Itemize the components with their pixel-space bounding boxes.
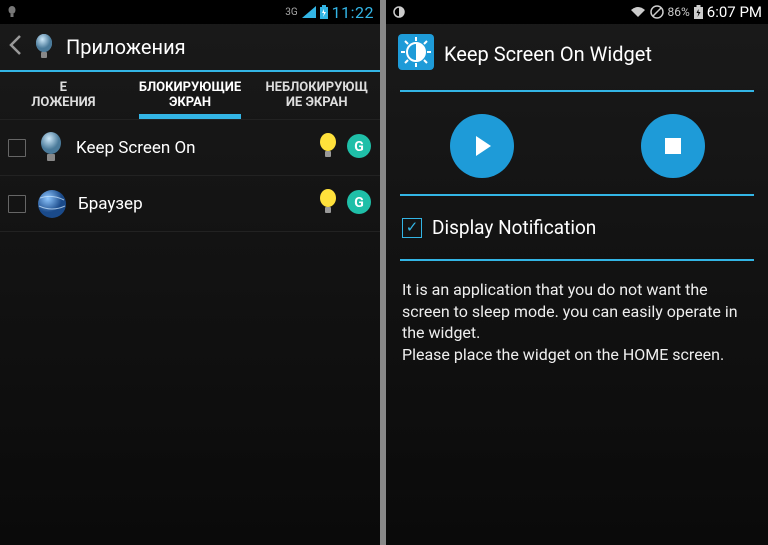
list-item[interactable]: Браузер G <box>0 176 380 232</box>
tab-blocking[interactable]: БЛОКИРУЮЩИЕ ЭКРАН <box>127 72 254 119</box>
app-checkbox[interactable] <box>8 139 26 157</box>
control-buttons <box>386 98 768 188</box>
gear-icon[interactable]: G <box>346 133 372 163</box>
widget-header: Keep Screen On Widget <box>386 24 768 84</box>
list-item[interactable]: Keep Screen On G <box>0 120 380 176</box>
status-bar: 86% 6:07 PM <box>386 0 768 24</box>
description-text: It is an application that you do not wan… <box>386 267 768 377</box>
app-list: Keep Screen On G Браузер G <box>0 120 380 232</box>
back-icon[interactable] <box>8 34 22 60</box>
gear-icon[interactable]: G <box>346 189 372 219</box>
battery-icon <box>320 5 328 19</box>
svg-text:G: G <box>354 139 364 155</box>
network-3g-icon: 3G <box>285 7 297 18</box>
bulb-icon <box>36 130 66 166</box>
battery-icon <box>694 5 703 19</box>
bulb-status-icon <box>6 5 18 19</box>
tab-nonblocking[interactable]: НЕБЛОКИРУЮЩ ИЕ ЭКРАН <box>253 72 380 119</box>
clock: 11:22 <box>332 3 374 22</box>
wifi-icon <box>630 6 646 18</box>
play-icon <box>469 133 495 159</box>
bulb-icon <box>32 32 56 62</box>
stop-button[interactable] <box>641 114 705 178</box>
clock: 6:07 PM <box>707 3 762 21</box>
divider <box>400 259 754 261</box>
checkbox-label: Display Notification <box>432 216 596 239</box>
app-header: Приложения <box>0 24 380 72</box>
app-checkbox[interactable] <box>8 195 26 213</box>
divider <box>400 194 754 196</box>
play-button[interactable] <box>450 114 514 178</box>
checkbox-checked[interactable]: ✓ <box>402 218 422 238</box>
bulb-yellow-icon[interactable] <box>316 132 340 164</box>
divider <box>400 90 754 92</box>
app-logo-icon <box>398 34 434 74</box>
app-name-label: Keep Screen On <box>76 138 306 158</box>
stop-icon <box>660 133 686 159</box>
no-sim-icon <box>650 5 664 19</box>
signal-icon <box>302 6 316 18</box>
display-notification-row[interactable]: ✓ Display Notification <box>386 202 768 253</box>
status-bar: 3G 11:22 <box>0 0 380 24</box>
widget-title: Keep Screen On Widget <box>444 42 652 66</box>
app-name-label: Браузер <box>78 194 306 214</box>
phone-screen-left: 3G 11:22 Приложения Е ЛОЖЕНИЯ БЛОКИРУЮЩИ… <box>0 0 380 545</box>
page-title: Приложения <box>66 35 186 59</box>
phone-screen-right: 86% 6:07 PM Keep Screen On Widget ✓ Disp… <box>386 0 768 545</box>
svg-text:G: G <box>354 195 364 211</box>
globe-icon <box>36 188 68 220</box>
tab-all-apps[interactable]: Е ЛОЖЕНИЯ <box>0 72 127 119</box>
battery-percent: 86% <box>668 5 690 19</box>
brightness-status-icon <box>392 5 406 19</box>
tab-bar: Е ЛОЖЕНИЯ БЛОКИРУЮЩИЕ ЭКРАН НЕБЛОКИРУЮЩ … <box>0 72 380 120</box>
bulb-yellow-icon[interactable] <box>316 188 340 220</box>
